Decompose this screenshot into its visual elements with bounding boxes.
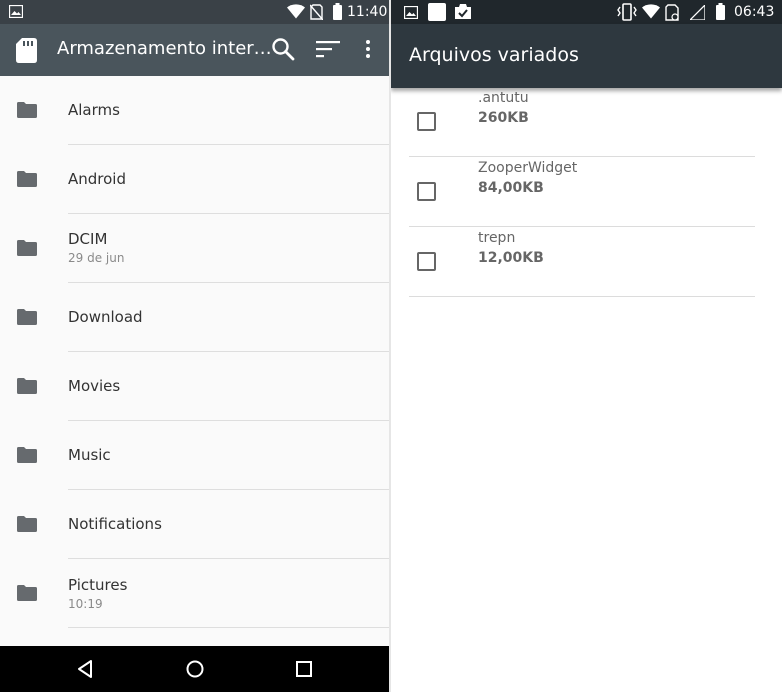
image-icon (404, 6, 418, 19)
status-time: 11:40 (347, 4, 388, 20)
file-row[interactable]: .antutu 260KB (409, 87, 755, 157)
recents-icon[interactable] (294, 659, 314, 679)
folder-icon (17, 309, 37, 325)
file-checkbox[interactable] (417, 112, 436, 131)
toolbar: Armazenamento inter… (0, 24, 389, 76)
more-vert-icon[interactable] (364, 39, 372, 59)
divider (409, 296, 755, 297)
folder-row-alarms[interactable]: Alarms (0, 76, 389, 145)
folder-name: Download (68, 308, 143, 326)
file-name: trepn (478, 230, 516, 246)
sort-icon[interactable] (316, 40, 340, 58)
folder-date: 10:19 (68, 597, 103, 611)
folder-icon (17, 240, 37, 256)
no-sim-icon (665, 4, 679, 21)
signal-icon (690, 5, 705, 20)
folder-name: Pictures (68, 576, 128, 594)
status-bar: 11:40 (0, 0, 389, 24)
folder-name: Notifications (68, 515, 162, 533)
folder-row-notifications[interactable]: Notifications (0, 490, 389, 559)
vibrate-icon (617, 3, 637, 21)
back-icon[interactable] (76, 659, 96, 679)
folder-row-pictures[interactable]: Pictures 10:19 (0, 559, 389, 628)
folder-name: DCIM (68, 230, 108, 248)
sd-card-icon (16, 38, 37, 63)
folder-name: Movies (68, 377, 121, 395)
navigation-bar (0, 646, 389, 692)
folder-row-music[interactable]: Music (0, 421, 389, 490)
file-row[interactable]: ZooperWidget 84,00KB (409, 157, 755, 227)
folder-row-movies[interactable]: Movies (0, 352, 389, 421)
folder-icon (17, 447, 37, 463)
file-size: 84,00KB (478, 180, 544, 196)
battery-icon (716, 3, 725, 20)
search-icon[interactable] (271, 37, 295, 61)
wifi-icon (287, 4, 305, 19)
folder-date: 29 de jun (68, 251, 125, 265)
left-screen: 11:40 Armazenamento inter… Alarms Androi… (0, 0, 389, 692)
folder-row-dcim[interactable]: DCIM 29 de jun (0, 214, 389, 283)
toolbar-title: Arquivos variados (409, 44, 579, 66)
folder-icon (17, 171, 37, 187)
folder-name: Android (68, 170, 126, 188)
folder-row-download[interactable]: Download (0, 283, 389, 352)
toolbar: Arquivos variados (391, 24, 782, 88)
file-size: 12,00KB (478, 250, 544, 266)
image-icon (9, 5, 23, 18)
folder-name: Music (68, 446, 111, 464)
clipboard-check-icon (455, 4, 471, 19)
file-checkbox[interactable] (417, 182, 436, 201)
blank-notification-icon (428, 3, 446, 21)
folder-icon (17, 516, 37, 532)
folder-row-android[interactable]: Android (0, 145, 389, 214)
divider (68, 627, 389, 628)
file-size: 260KB (478, 110, 529, 126)
file-name: ZooperWidget (478, 160, 578, 176)
wifi-icon (642, 4, 660, 19)
no-sim-icon (310, 4, 323, 20)
file-name: .antutu (478, 90, 529, 106)
toolbar-title: Armazenamento inter… (57, 38, 272, 59)
file-checkbox[interactable] (417, 252, 436, 271)
right-screen: 06:43 Arquivos variados .antutu 260KB Zo… (391, 0, 782, 692)
folder-icon (17, 378, 37, 394)
file-row[interactable]: trepn 12,00KB (409, 227, 755, 297)
battery-icon (333, 3, 342, 20)
home-icon[interactable] (185, 659, 205, 679)
folder-name: Alarms (68, 101, 120, 119)
folder-icon (17, 102, 37, 118)
status-bar: 06:43 (391, 0, 782, 24)
folder-icon (17, 585, 37, 601)
status-time: 06:43 (734, 4, 775, 20)
